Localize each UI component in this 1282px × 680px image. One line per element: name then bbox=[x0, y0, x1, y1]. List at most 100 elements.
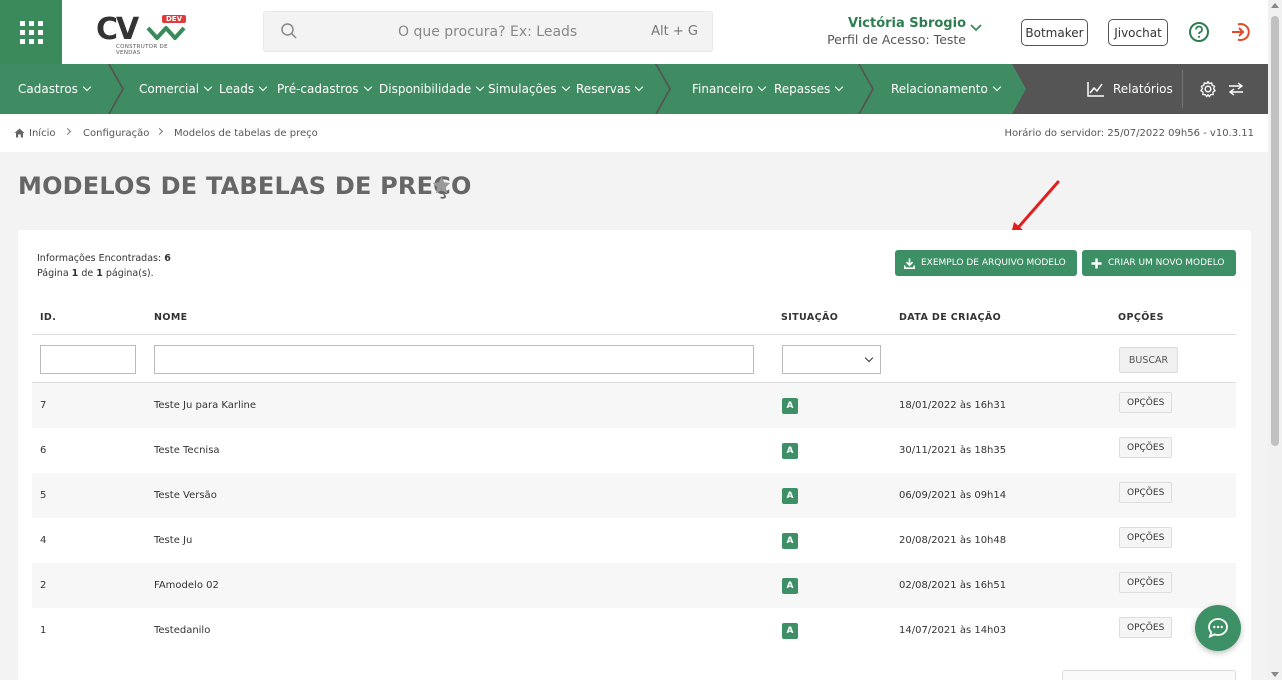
search-button[interactable]: BUSCAR bbox=[1119, 347, 1178, 373]
cell-id: 5 bbox=[40, 490, 47, 501]
scroll-thumb[interactable] bbox=[1271, 16, 1279, 446]
global-search: Alt + G bbox=[263, 11, 713, 52]
results-info: Informações Encontradas: 6 Página 1 de 1… bbox=[37, 251, 171, 281]
search-shortcut: Alt + G bbox=[651, 24, 698, 39]
results-card: Informações Encontradas: 6 Página 1 de 1… bbox=[18, 230, 1251, 680]
cell-id: 7 bbox=[40, 400, 47, 411]
nav-simulacoes[interactable]: Simulações bbox=[488, 64, 570, 114]
cell-options: OPÇÕES bbox=[1119, 560, 1173, 605]
scroll-up-arrow-icon[interactable] bbox=[1271, 3, 1279, 8]
star-icon[interactable] bbox=[432, 176, 451, 194]
chat-button[interactable] bbox=[1195, 605, 1241, 651]
nav-disponibilidade[interactable]: Disponibilidade bbox=[379, 64, 485, 114]
page-word: Página bbox=[37, 268, 69, 279]
nav-label: Pré-cadastros bbox=[277, 82, 359, 96]
cell-date: 18/01/2022 às 16h31 bbox=[899, 400, 1007, 411]
logo[interactable]: CV DEV CONSTRUTOR DE VENDAS bbox=[96, 10, 192, 56]
nav-reservas[interactable]: Reservas bbox=[576, 64, 644, 114]
cell-status: A bbox=[782, 518, 798, 563]
row-options-button[interactable]: OPÇÕES bbox=[1119, 437, 1173, 458]
grid-icon bbox=[19, 20, 43, 44]
breadcrumb-configuracao[interactable]: Configuração bbox=[83, 128, 149, 139]
nav-label: Reservas bbox=[576, 82, 631, 96]
column-header-date[interactable]: DATA DE CRIAÇÃO bbox=[899, 312, 1001, 323]
cell-name: Teste Ju bbox=[154, 535, 193, 546]
column-header-id[interactable]: ID. bbox=[40, 312, 56, 323]
breadcrumb-current: Modelos de tabelas de preço bbox=[174, 128, 318, 139]
apps-menu-button[interactable] bbox=[0, 0, 62, 64]
gear-icon[interactable] bbox=[1199, 80, 1217, 98]
filter-status-select[interactable] bbox=[782, 345, 881, 374]
filter-name-input[interactable] bbox=[154, 345, 754, 374]
row-options-button[interactable]: OPÇÕES bbox=[1119, 527, 1173, 548]
help-circle-icon[interactable] bbox=[1188, 21, 1210, 43]
example-file-button[interactable]: EXEMPLO DE ARQUIVO MODELO bbox=[895, 250, 1077, 276]
chevron-down-icon bbox=[258, 82, 268, 92]
nav-label: Cadastros bbox=[18, 82, 78, 96]
create-model-button[interactable]: CRIAR UM NOVO MODELO bbox=[1082, 250, 1236, 276]
info-found-value: 6 bbox=[164, 253, 171, 264]
user-menu[interactable]: Victória Sbrogio Perfil de Acesso: Teste bbox=[826, 16, 966, 47]
status-badge: A bbox=[782, 622, 798, 639]
nav-repasses[interactable]: Repasses bbox=[774, 64, 844, 114]
cell-name: FAmodelo 02 bbox=[154, 580, 219, 591]
user-profile: Perfil de Acesso: Teste bbox=[827, 32, 966, 47]
chevron-right-icon bbox=[63, 127, 72, 136]
cell-options: OPÇÕES bbox=[1119, 380, 1173, 425]
search-input[interactable] bbox=[314, 12, 614, 51]
row-options-button[interactable]: OPÇÕES bbox=[1119, 392, 1173, 413]
column-header-name[interactable]: NOME bbox=[154, 312, 188, 323]
nav-label: Repasses bbox=[774, 82, 831, 96]
cell-options: OPÇÕES bbox=[1119, 425, 1173, 470]
page-current: 1 bbox=[71, 268, 79, 279]
chevron-down-icon bbox=[864, 353, 874, 363]
nav-comercial[interactable]: Comercial bbox=[139, 64, 213, 114]
table-row: 1 Testedanilo A 14/07/2021 às 14h03 OPÇÕES bbox=[32, 608, 1236, 653]
status-badge: A bbox=[782, 577, 798, 594]
botmaker-button[interactable]: Botmaker bbox=[1021, 19, 1088, 46]
status-badge: A bbox=[782, 442, 798, 459]
page-of: de bbox=[81, 268, 94, 279]
cell-status: A bbox=[782, 608, 798, 653]
nav-label: Relatórios bbox=[1113, 82, 1173, 96]
logo-wave-icon bbox=[146, 26, 186, 40]
swap-arrows-icon[interactable] bbox=[1228, 82, 1244, 96]
nav-financeiro[interactable]: Financeiro bbox=[692, 64, 767, 114]
logo-badge: DEV bbox=[162, 15, 187, 23]
nav-leads[interactable]: Leads bbox=[219, 64, 268, 114]
nav-relacionamento[interactable]: Relacionamento bbox=[891, 64, 1002, 114]
nav-label: Leads bbox=[219, 82, 255, 96]
page-total: 1 bbox=[96, 268, 103, 279]
cell-id: 2 bbox=[40, 580, 47, 591]
logout-icon[interactable] bbox=[1229, 21, 1251, 43]
row-options-button[interactable]: OPÇÕES bbox=[1119, 482, 1173, 503]
pagination[interactable] bbox=[1062, 670, 1236, 680]
scroll-down-arrow-icon[interactable] bbox=[1271, 672, 1279, 677]
cell-name: Teste Ju para Karline bbox=[154, 400, 257, 411]
cell-status: A bbox=[782, 383, 798, 428]
chevron-right-icon bbox=[155, 127, 164, 136]
filter-id-input[interactable] bbox=[40, 345, 136, 374]
row-options-button[interactable]: OPÇÕES bbox=[1119, 572, 1173, 593]
chevron-down-icon bbox=[476, 82, 485, 92]
table-row: 2 FAmodelo 02 A 02/08/2021 às 16h51 OPÇÕES bbox=[32, 563, 1236, 608]
nav-label: Relacionamento bbox=[891, 82, 988, 96]
nav-label: Financeiro bbox=[692, 82, 754, 96]
page-scrollbar[interactable] bbox=[1268, 0, 1282, 680]
nav-cadastros[interactable]: Cadastros bbox=[18, 64, 92, 114]
home-icon[interactable] bbox=[14, 128, 25, 138]
cell-date: 02/08/2021 às 16h51 bbox=[899, 580, 1007, 591]
chevron-down-icon[interactable] bbox=[970, 24, 982, 32]
row-options-button[interactable]: OPÇÕES bbox=[1119, 617, 1173, 638]
breadcrumb-home[interactable]: Início bbox=[29, 128, 55, 139]
nav-relatorios[interactable]: Relatórios bbox=[1087, 64, 1173, 114]
column-header-status[interactable]: SITUAÇÃO bbox=[781, 312, 838, 323]
breadcrumb: Início Configuração Modelos de tabelas d… bbox=[0, 114, 1268, 152]
plus-icon bbox=[1091, 258, 1102, 268]
nav-pre-cadastros[interactable]: Pré-cadastros bbox=[277, 64, 372, 114]
chevron-down-icon bbox=[203, 82, 213, 92]
jivochat-button[interactable]: Jivochat bbox=[1108, 19, 1168, 46]
status-badge: A bbox=[782, 397, 798, 414]
nav-label: Disponibilidade bbox=[379, 82, 472, 96]
chevron-down-icon bbox=[363, 82, 372, 92]
